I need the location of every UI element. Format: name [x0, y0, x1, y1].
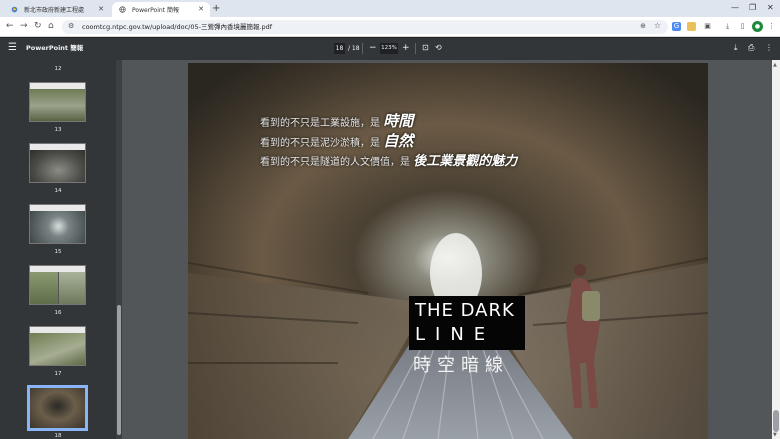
thumbnail-image — [30, 333, 85, 365]
toolbar-divider — [415, 43, 416, 54]
thumbnail-page-13[interactable] — [29, 82, 86, 122]
viewer-scrollbar[interactable]: ▲ ▼ — [772, 60, 780, 439]
download-icon[interactable]: ⤓ — [723, 22, 732, 31]
tab-pdf[interactable]: PowerPoint 簡報 ✕ — [112, 2, 210, 17]
thumbnail-image — [30, 89, 85, 121]
thumbnail-image — [30, 272, 58, 304]
tab-title: 新北市政府新建工程處 — [24, 7, 85, 14]
page-number-input[interactable]: 18 — [334, 43, 345, 54]
fit-page-icon[interactable]: ⊡ — [422, 42, 429, 54]
thumbnail-image — [30, 211, 85, 243]
menu-hamburger-icon[interactable]: ☰ — [8, 42, 17, 54]
thumbnail-page-number: 17 — [54, 371, 62, 377]
profile-avatar[interactable]: ● — [752, 21, 763, 32]
globe-icon — [119, 6, 126, 13]
page-total: / 18 — [348, 45, 360, 52]
scroll-up-icon[interactable]: ▲ — [773, 62, 777, 68]
browser-toolbar: ← → ↻ ⌂ ⚙ coomtcg.ntpc.gov.tw/upload/doc… — [0, 17, 780, 37]
zoom-out-icon[interactable]: − — [369, 42, 377, 54]
slogan-line-2-text: 看到的不只是泥沙淤積，是 — [260, 138, 380, 149]
thumbnail-page-number: 14 — [54, 188, 62, 194]
side-panel-icon[interactable]: ▯ — [738, 22, 747, 31]
viewer-scrollbar-thumb[interactable] — [773, 410, 779, 432]
home-icon[interactable]: ⌂ — [48, 21, 54, 32]
toolbar-divider — [362, 43, 363, 54]
slogan-line-2: 看到的不只是泥沙淤積，是 自然 — [260, 130, 413, 151]
thumbnail-page-15[interactable] — [29, 204, 86, 244]
rotate-icon[interactable]: ⟲ — [435, 42, 442, 54]
pdf-toolbar: ☰ PowerPoint 簡報 18 / 18 − 123% + ⊡ ⟲ ⤓ ⎙… — [0, 38, 780, 60]
more-options-icon[interactable]: ⋮ — [765, 42, 773, 54]
zoom-level-input[interactable]: 123% — [380, 43, 398, 54]
logo-line-2: LINE — [415, 324, 496, 345]
ntpc-favicon-icon — [11, 6, 18, 13]
slogan-line-2-highlight: 自然 — [383, 132, 414, 150]
tab-ntpc[interactable]: 新北市政府新建工程處 ✕ — [4, 2, 110, 17]
url-text[interactable]: coomtcg.ntpc.gov.tw/upload/doc/05-三鶯彈內香境… — [82, 22, 272, 32]
slogan-line-1-highlight: 時間 — [383, 112, 414, 130]
thumbnail-page-number: 16 — [54, 310, 62, 316]
slogan-line-3: 看到的不只是隧道的人文價值，是 後工業景觀的魅力 — [260, 150, 517, 169]
back-icon[interactable]: ← — [6, 21, 14, 32]
new-tab-button[interactable]: + — [212, 2, 220, 15]
reload-icon[interactable]: ↻ — [34, 21, 42, 32]
tab-strip: 新北市政府新建工程處 ✕ PowerPoint 簡報 ✕ + — ❐ ✕ — [0, 0, 780, 17]
thumbnail-sidebar[interactable]: 12 13 14 15 16 17 18 — [0, 60, 116, 439]
logo-subtitle: 時空暗線 — [413, 355, 509, 376]
scroll-down-icon[interactable]: ▼ — [773, 432, 777, 438]
bookmark-star-icon[interactable]: ☆ — [654, 21, 661, 30]
thumbnail-page-number: 18 — [54, 433, 62, 439]
thumbnail-page-18[interactable] — [27, 385, 88, 431]
thumbnail-page-17[interactable] — [29, 326, 86, 366]
zoom-in-icon[interactable]: + — [402, 42, 410, 54]
thumbnail-page-number: 12 — [54, 66, 62, 72]
extensions-puzzle-icon[interactable]: ▣ — [703, 22, 712, 31]
print-icon[interactable]: ⎙ — [748, 42, 754, 54]
extension-icon[interactable] — [687, 22, 696, 31]
sidebar-scrollbar-thumb[interactable] — [117, 305, 121, 435]
forward-icon[interactable]: → — [20, 21, 28, 32]
slogan-line-3-text: 看到的不只是隧道的人文價值，是 — [260, 157, 410, 168]
menu-kebab-icon[interactable]: ⋮ — [767, 22, 776, 31]
tab-title: PowerPoint 簡報 — [132, 7, 179, 14]
close-window-icon[interactable]: ✕ — [767, 1, 774, 15]
tab-close-icon[interactable]: ✕ — [198, 5, 204, 13]
thumbnail-page-16[interactable] — [29, 265, 86, 305]
thumbnail-page-number: 13 — [54, 127, 62, 133]
dark-line-logo: THE DARK LINE — [409, 296, 525, 350]
maximize-icon[interactable]: ❐ — [749, 1, 756, 15]
thumbnail-image — [30, 388, 85, 428]
zoom-icon[interactable]: ⊕ — [640, 22, 646, 30]
slogan-line-3-highlight: 後工業景觀的魅力 — [413, 154, 518, 169]
slogan-line-1: 看到的不只是工業設施，是 時間 — [260, 110, 413, 131]
thumbnail-page-14[interactable] — [29, 143, 86, 183]
pdf-page: 看到的不只是工業設施，是 時間 看到的不只是泥沙淤積，是 自然 看到的不只是隧道… — [188, 63, 708, 439]
tab-close-icon[interactable]: ✕ — [98, 5, 104, 13]
thumbnail-page-number: 15 — [54, 249, 62, 255]
download-icon[interactable]: ⤓ — [734, 42, 738, 54]
address-bar[interactable]: ⚙ coomtcg.ntpc.gov.tw/upload/doc/05-三鶯彈內… — [62, 20, 668, 34]
document-title: PowerPoint 簡報 — [26, 44, 84, 52]
logo-line-1: THE DARK — [415, 300, 515, 321]
thumbnail-image — [30, 150, 85, 182]
translate-extension-icon[interactable]: G — [672, 22, 681, 31]
thumbnail-image — [59, 272, 85, 304]
site-info-icon[interactable]: ⚙ — [68, 22, 74, 30]
slogan-line-1-text: 看到的不只是工業設施，是 — [260, 118, 380, 129]
pdf-viewer[interactable]: 看到的不只是工業設施，是 時間 看到的不只是泥沙淤積，是 自然 看到的不只是隧道… — [122, 60, 772, 439]
minimize-icon[interactable]: — — [731, 1, 739, 15]
